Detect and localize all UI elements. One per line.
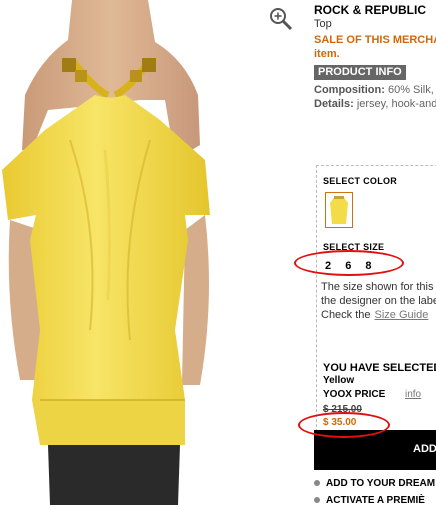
brand-name: ROCK & REPUBLIC <box>314 3 427 17</box>
size-guide-row: Check the Size Guide <box>321 309 428 321</box>
select-color-label: SELECT COLOR <box>323 176 398 186</box>
product-category: Top <box>314 18 332 30</box>
add-to-dream-box-link[interactable]: ADD TO YOUR DREAM <box>314 478 435 489</box>
add-button-label: ADD <box>413 443 436 455</box>
size-note-line2: the designer on the labe <box>321 295 436 307</box>
product-image[interactable] <box>0 0 300 505</box>
composition: Composition: 60% Silk, <box>314 84 434 96</box>
size-annotation-ellipse <box>294 250 404 276</box>
activate-premiere-link[interactable]: ACTIVATE A PREMIÈ <box>314 495 425 505</box>
product-info-tab[interactable]: PRODUCT INFO <box>314 65 406 80</box>
details-label: Details: <box>314 98 354 110</box>
details: Details: jersey, hook-and <box>314 98 436 110</box>
size-note-line1: The size shown for this <box>321 281 434 293</box>
sale-notice-cont: item. <box>314 48 340 60</box>
composition-value: 60% Silk, <box>387 84 434 96</box>
composition-label: Composition: <box>314 84 385 96</box>
details-value: jersey, hook-and <box>356 98 436 110</box>
circle-bullet-icon <box>314 497 320 504</box>
circle-bullet-icon <box>314 480 320 487</box>
check-the-text: Check the <box>321 309 371 321</box>
zoom-icon[interactable] <box>268 6 294 32</box>
price-info-link[interactable]: info <box>405 389 421 400</box>
color-swatch-yellow[interactable] <box>325 192 353 228</box>
you-have-selected: YOU HAVE SELECTED: <box>323 362 436 374</box>
size-guide-link[interactable]: Size Guide <box>375 309 429 321</box>
activate-label: ACTIVATE A PREMIÈ <box>326 495 425 505</box>
sale-notice: SALE OF THIS MERCHA <box>314 34 436 46</box>
price-annotation-ellipse <box>298 412 390 438</box>
add-dream-label: ADD TO YOUR DREAM <box>326 478 436 489</box>
model-photo <box>2 0 210 505</box>
selected-color: Yellow <box>323 375 355 386</box>
yoox-price-label: YOOX PRICE <box>323 389 386 400</box>
